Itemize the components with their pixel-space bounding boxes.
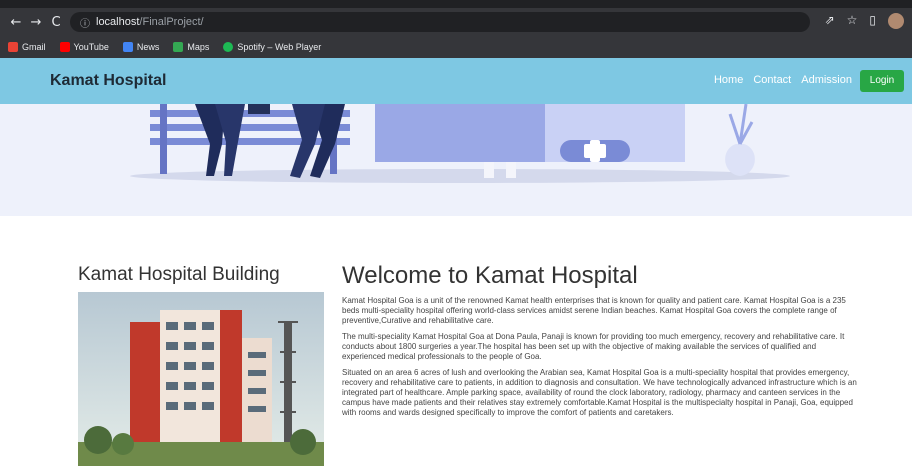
profile-avatar[interactable]: [888, 13, 904, 29]
nav-contact-link[interactable]: Contact: [753, 74, 791, 86]
gmail-icon: [8, 42, 18, 52]
bookmark-spotify[interactable]: Spotify – Web Player: [223, 42, 321, 52]
bookmark-label: Gmail: [22, 42, 46, 52]
spotify-icon: [223, 42, 234, 52]
maps-icon: [173, 42, 184, 52]
reload-icon[interactable]: C: [46, 15, 66, 30]
building-illustration: [78, 292, 324, 466]
forward-icon[interactable]: →: [26, 15, 46, 30]
bookmark-label: Spotify – Web Player: [237, 42, 322, 52]
nav-menu: Home Contact Admission: [714, 74, 852, 86]
hero-banner: [0, 104, 912, 216]
bookmark-label: News: [136, 42, 160, 52]
login-button[interactable]: Login: [860, 70, 904, 92]
bookmark-star-icon[interactable]: ☆: [847, 13, 858, 29]
bookmark-label: YouTube: [73, 42, 109, 52]
hospital-illustration: [130, 104, 790, 183]
news-icon: [122, 42, 133, 52]
nav-admission-link[interactable]: Admission: [801, 74, 852, 86]
tab-strip: [0, 0, 912, 8]
browser-toolbar: ← → C ⌂ ⓘ localhost/FinalProject/ ⇗ ☆ ▯: [0, 0, 912, 36]
bookmarks-bar: Gmail YouTube News Maps Spotify – Web Pl…: [0, 36, 912, 58]
bookmark-maps[interactable]: Maps: [173, 42, 209, 52]
side-panel-icon[interactable]: ▯: [869, 13, 876, 29]
bookmark-gmail[interactable]: Gmail: [8, 42, 46, 52]
welcome-heading: Welcome to Kamat Hospital: [342, 262, 638, 289]
bookmark-label: Maps: [187, 42, 210, 52]
hospital-building-photo: [78, 292, 324, 466]
address-bar[interactable]: ⓘ localhost/FinalProject/: [70, 12, 810, 32]
hospital-description: Kamat Hospital Goa is a unit of the reno…: [342, 296, 860, 424]
site-brand[interactable]: Kamat Hospital: [50, 72, 166, 90]
site-info-icon[interactable]: ⓘ: [80, 15, 90, 30]
building-heading: Kamat Hospital Building: [78, 264, 280, 285]
nav-home-link[interactable]: Home: [714, 74, 743, 86]
url-path: /FinalProject/: [139, 16, 204, 28]
bookmark-news[interactable]: News: [122, 42, 160, 52]
youtube-icon: [59, 42, 70, 52]
url-host: localhost: [96, 16, 140, 28]
share-icon[interactable]: ⇗: [825, 13, 835, 29]
back-icon[interactable]: ←: [6, 15, 26, 30]
description-paragraph: Situated on an area 6 acres of lush and …: [342, 368, 857, 417]
bookmark-youtube[interactable]: YouTube: [59, 42, 109, 52]
site-navbar: Kamat Hospital Home Contact Admission Lo…: [0, 58, 912, 104]
description-paragraph: Kamat Hospital Goa is a unit of the reno…: [342, 296, 846, 325]
description-paragraph: The multi-speciality Kamat Hospital Goa …: [342, 332, 845, 361]
toolbar-actions: ⇗ ☆ ▯: [825, 13, 904, 29]
